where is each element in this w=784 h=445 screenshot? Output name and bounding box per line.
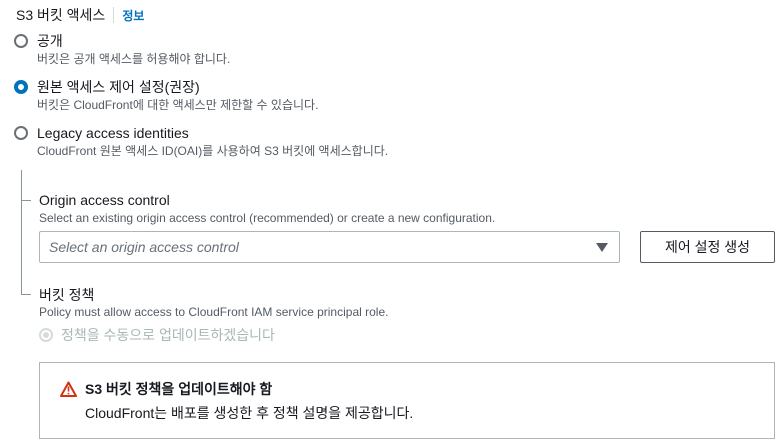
radio-manual-update [39, 328, 53, 342]
tree-connector-vertical [21, 170, 22, 295]
radio-oac-label[interactable]: 원본 액세스 제어 설정(권장) [37, 77, 318, 97]
radio-public-text: 공개 버킷은 공개 액세스를 허용해야 합니다. [37, 31, 230, 67]
section-header: S3 버킷 액세스 정보 [16, 5, 144, 25]
radio-option-manual-update: 정책을 수동으로 업데이트하겠습니다 [39, 325, 275, 345]
radio-legacy-text: Legacy access identities CloudFront 원본 액… [37, 123, 388, 159]
radio-option-oac[interactable]: 원본 액세스 제어 설정(권장) 버킷은 CloudFront에 대한 액세스만… [14, 77, 318, 113]
tree-connector-policy [21, 294, 31, 295]
alert-title: S3 버킷 정책을 업데이트해야 함 [85, 381, 273, 397]
radio-oac-description: 버킷은 CloudFront에 대한 액세스만 제한할 수 있습니다. [37, 98, 319, 112]
radio-oac[interactable] [14, 80, 28, 94]
info-link[interactable]: 정보 [122, 7, 144, 24]
radio-option-public[interactable]: 공개 버킷은 공개 액세스를 허용해야 합니다. [14, 31, 230, 67]
oac-select-placeholder: Select an origin access control [49, 239, 239, 255]
bucket-policy-description: Policy must allow access to CloudFront I… [39, 305, 389, 319]
radio-option-legacy[interactable]: Legacy access identities CloudFront 원본 액… [14, 123, 388, 159]
tree-connector-oac [21, 200, 31, 201]
oac-select[interactable]: Select an origin access control [39, 231, 620, 263]
oac-label: Origin access control [39, 192, 170, 208]
warning-icon [60, 381, 77, 397]
radio-oac-text: 원본 액세스 제어 설정(권장) 버킷은 CloudFront에 대한 액세스만… [37, 77, 318, 113]
oac-description: Select an existing origin access control… [39, 211, 496, 225]
radio-manual-update-text: 정책을 수동으로 업데이트하겠습니다 [61, 325, 275, 345]
radio-public-label[interactable]: 공개 [37, 31, 230, 51]
radio-manual-update-label: 정책을 수동으로 업데이트하겠습니다 [61, 327, 275, 343]
header-divider [113, 7, 115, 23]
warning-alert: S3 버킷 정책을 업데이트해야 함 CloudFront는 배포를 생성한 후… [39, 362, 775, 439]
radio-legacy[interactable] [14, 126, 28, 140]
radio-legacy-description: CloudFront 원본 액세스 ID(OAI)를 사용하여 S3 버킷에 액… [37, 144, 389, 158]
radio-public-description: 버킷은 공개 액세스를 허용해야 합니다. [37, 52, 231, 66]
bucket-policy-label: 버킷 정책 [39, 287, 95, 303]
alert-body: CloudFront는 배포를 생성한 후 정책 설명을 제공합니다. [85, 405, 414, 421]
radio-public[interactable] [14, 34, 28, 48]
section-title: S3 버킷 액세스 [16, 7, 106, 23]
radio-legacy-label[interactable]: Legacy access identities [37, 123, 388, 143]
create-control-setting-button[interactable]: 제어 설정 생성 [640, 231, 775, 263]
caret-down-icon [596, 242, 608, 252]
